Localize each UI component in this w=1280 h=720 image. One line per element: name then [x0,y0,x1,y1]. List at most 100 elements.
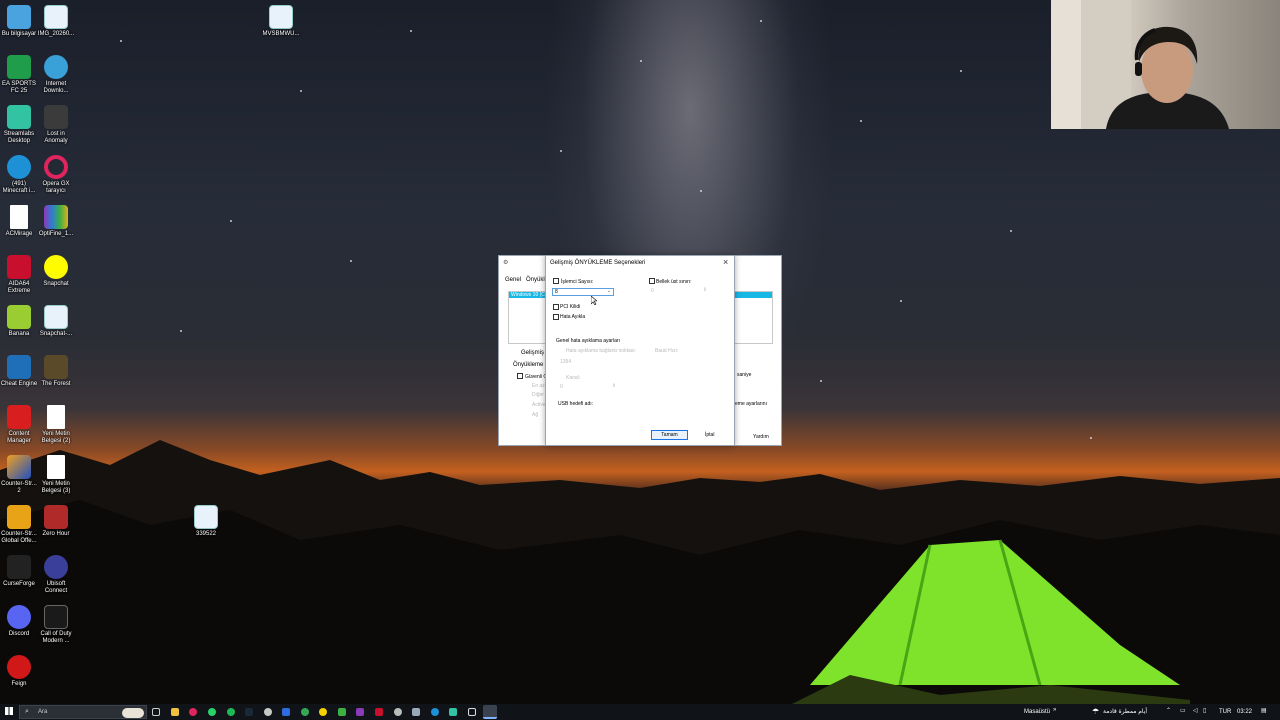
desktop-icon-call-of-duty[interactable]: Call of Duty Modern ... [37,605,75,645]
cheat-engine-icon [7,355,31,379]
search-highlight-icon [122,708,144,718]
cancel-button[interactable]: İptal [705,432,714,438]
desktop-icon-this-pc[interactable]: Bu bilgisayar [0,5,38,38]
desktop-icon-discord[interactable]: Discord [0,605,38,638]
feign-icon [7,655,31,679]
desktop-icon-label: Yeni Metin Belgesi (3) [41,481,71,494]
desktop-icon-acmirage[interactable]: ACMirage [0,205,38,238]
taskbar-search-box[interactable]: ⌕ Ara [19,705,147,719]
debug-port-label: Hata ayıklama bağlantı noktası: [566,348,637,354]
desktop-icon-mvsbmwu[interactable]: MVSBMWU... [262,5,300,38]
safe-option-network[interactable]: Ağ [532,412,538,418]
app-icon[interactable] [412,708,420,716]
memory-limit-input[interactable]: 0 ⇕ [649,287,709,295]
desktop-icon-streamlabs[interactable]: Streamlabs Desktop [0,105,38,145]
streamlabs-taskbar-icon[interactable] [449,708,457,716]
desktop-icon-img-file[interactable]: IMG_20260... [37,5,75,38]
desktop-icon-content-manager[interactable]: Content Manager [0,405,38,445]
desktop-icon-cs2[interactable]: Counter-Str... 2 [0,455,38,495]
desktop-icon-339522[interactable]: 339522 [187,505,225,538]
desktop-icon-curseforge[interactable]: CurseForge [0,555,38,588]
notifications-icon[interactable]: ▤ [1261,707,1267,714]
desktop-icon-ea-fc[interactable]: EA SPORTS FC 25 [0,55,38,95]
safe-option-active[interactable]: Active [532,402,546,408]
memory-limit-label: Bellek üst sınırı: [656,279,692,285]
pci-lock-label: PCI Kilidi [560,304,581,310]
desktop-icon-optifine[interactable]: OptiFine_1... [37,205,75,238]
desktop-icon-csgo[interactable]: Counter-Str... Global Offe... [0,505,38,545]
battery-icon[interactable]: ▯ [1203,707,1206,714]
settings-icon[interactable] [394,708,402,716]
spinner-icon[interactable]: ⇕ [703,287,707,294]
desktop-icon-lost-in-anomaly[interactable]: Lost in Anomaly [37,105,75,145]
chevron-up-icon[interactable]: ⌃ [1166,707,1171,714]
memory-limit-value: 0 [651,288,654,294]
ok-button[interactable]: Tamam [651,430,688,440]
safe-option-alternate[interactable]: Diğer [532,392,544,398]
desktop-icon-feign[interactable]: Feign [0,655,38,688]
desktop-icon-cheat-engine[interactable]: Cheat Engine [0,355,38,388]
image-file-icon [194,505,218,529]
help-button[interactable]: Yardım [753,434,769,440]
windows-start-icon[interactable] [5,707,13,715]
channel-input[interactable]: 0 ⇕ [560,383,618,391]
desktop-icon-label: EA SPORTS FC 25 [2,81,36,94]
tab-general[interactable]: Genel [505,277,521,283]
desktop-icon-text-doc-3[interactable]: Yeni Metin Belgesi (3) [37,455,75,495]
clock[interactable]: 03:22 [1237,709,1252,715]
safe-boot-checkbox[interactable] [517,373,523,379]
app-icon[interactable] [468,708,476,716]
desktop-toolbar-label[interactable]: Masaüstü [1024,709,1050,715]
desktop-icon-ubisoft-connect[interactable]: Ubisoft Connect [37,555,75,595]
edge-taskbar-icon[interactable] [431,708,439,716]
app-icon[interactable] [264,708,272,716]
speaker-icon[interactable]: ◁ [1193,707,1198,714]
opera-gx-taskbar-icon[interactable] [189,708,197,716]
desktop-icon-label: Counter-Str... Global Offe... [1,531,37,544]
app-icon[interactable] [282,708,290,716]
weather-text[interactable]: أيام ممطرة قادمة [1103,708,1147,715]
desktop-icon-zero-hour[interactable]: Zero Hour [37,505,75,538]
spotify-icon[interactable] [227,708,235,716]
desktop-icon-label: Internet Downlo... [43,81,69,94]
processor-count-checkbox[interactable] [553,278,559,284]
desktop-icon-text-doc-2[interactable]: Yeni Metin Belgesi (2) [37,405,75,445]
toolbar-chevron[interactable]: » [1053,707,1056,713]
make-settings-permanent-label: eme ayarlarını [735,401,767,407]
language-indicator[interactable]: TUR [1219,709,1231,715]
weather-rain-icon: ☂ [1092,707,1100,716]
processor-count-select[interactable]: 8 ⌄ [552,288,614,296]
idm-icon [44,55,68,79]
winrar-taskbar-icon[interactable] [356,708,364,716]
desktop-icon-minecraft-edge[interactable]: (491) Minecraft i... [0,155,38,195]
network-icon[interactable]: ▭ [1180,707,1186,714]
aida64-taskbar-icon[interactable] [375,708,383,716]
desktop-icon-snapchat-image[interactable]: Snapchat-... [37,305,75,338]
snapchat-icon [44,255,68,279]
pci-lock-checkbox[interactable] [553,304,559,310]
app-icon[interactable] [319,708,327,716]
spinner-icon[interactable]: ⇕ [612,383,616,390]
desktop-icon-label: Lost in Anomaly [44,131,68,144]
msconfig-taskbar-icon[interactable] [483,705,497,719]
task-view-icon[interactable] [152,708,160,716]
desktop-icon-snapchat[interactable]: Snapchat [37,255,75,288]
whatsapp-icon[interactable] [208,708,216,716]
desktop-icon-idm[interactable]: Internet Downlo... [37,55,75,95]
safe-option-minimal[interactable]: En az [532,383,545,389]
app-icon[interactable] [338,708,346,716]
advanced-boot-options-dialog: Gelişmiş ÖNYÜKLEME Seçenekleri × İşlemci… [545,255,735,446]
discord-icon [7,605,31,629]
desktop-icon-banana[interactable]: Banana [0,305,38,338]
debug-checkbox[interactable] [553,314,559,320]
steam-icon[interactable] [245,708,253,716]
debug-port-value[interactable]: 1394 [560,359,571,365]
chrome-icon[interactable] [301,708,309,716]
desktop-icon-label: Counter-Str... 2 [1,481,37,494]
file-explorer-icon[interactable] [171,708,179,716]
memory-limit-checkbox[interactable] [649,278,655,284]
desktop-icon-aida64[interactable]: AIDA64 Extreme [0,255,38,295]
close-icon[interactable]: × [723,257,728,267]
desktop-icon-the-forest[interactable]: The Forest [37,355,75,388]
desktop-icon-opera-gx[interactable]: Opera GX tarayıcı [37,155,75,195]
